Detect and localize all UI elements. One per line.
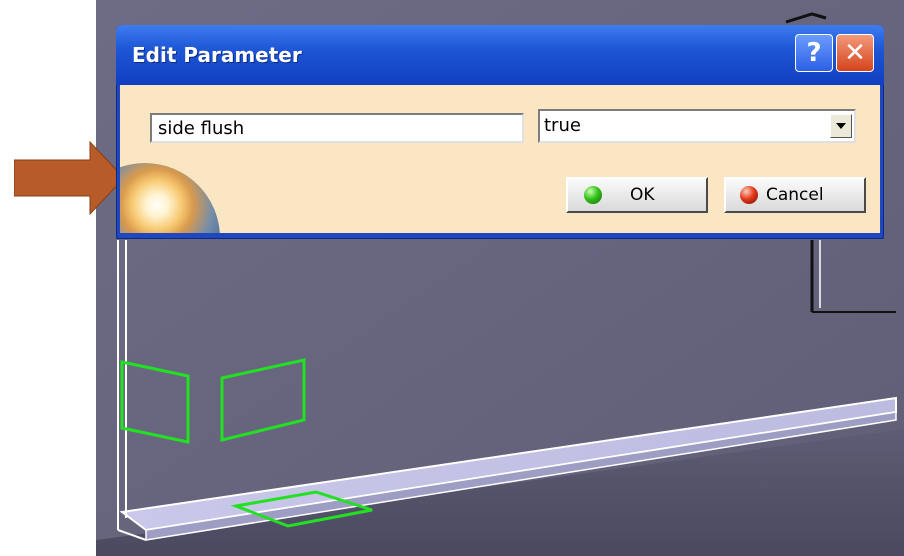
- red-orb-icon: [740, 186, 758, 204]
- close-icon: ✕: [844, 38, 866, 68]
- cancel-button[interactable]: Cancel: [724, 177, 866, 213]
- edit-parameter-dialog: Edit Parameter ? ✕ side flush true OK Ca…: [116, 25, 884, 239]
- help-button[interactable]: ?: [795, 34, 833, 72]
- parameter-value-text: true: [544, 115, 581, 136]
- close-button[interactable]: ✕: [836, 34, 874, 72]
- ok-button[interactable]: OK: [566, 177, 708, 213]
- ok-label: OK: [630, 185, 655, 205]
- parameter-name-value: side flush: [158, 118, 245, 139]
- dialog-title: Edit Parameter: [132, 43, 302, 67]
- cancel-label: Cancel: [766, 185, 824, 205]
- parameter-name-field[interactable]: side flush: [150, 113, 524, 143]
- globe-decoration: [120, 163, 220, 233]
- parameter-value-select[interactable]: true: [538, 109, 856, 143]
- help-icon: ?: [806, 38, 822, 68]
- dialog-title-bar[interactable]: Edit Parameter ? ✕: [116, 25, 884, 85]
- dialog-body: side flush true OK Cancel: [120, 85, 880, 233]
- green-orb-icon: [584, 186, 602, 204]
- right-arrow-icon: [14, 140, 125, 216]
- chevron-down-icon: [836, 123, 846, 129]
- dropdown-button[interactable]: [830, 114, 852, 138]
